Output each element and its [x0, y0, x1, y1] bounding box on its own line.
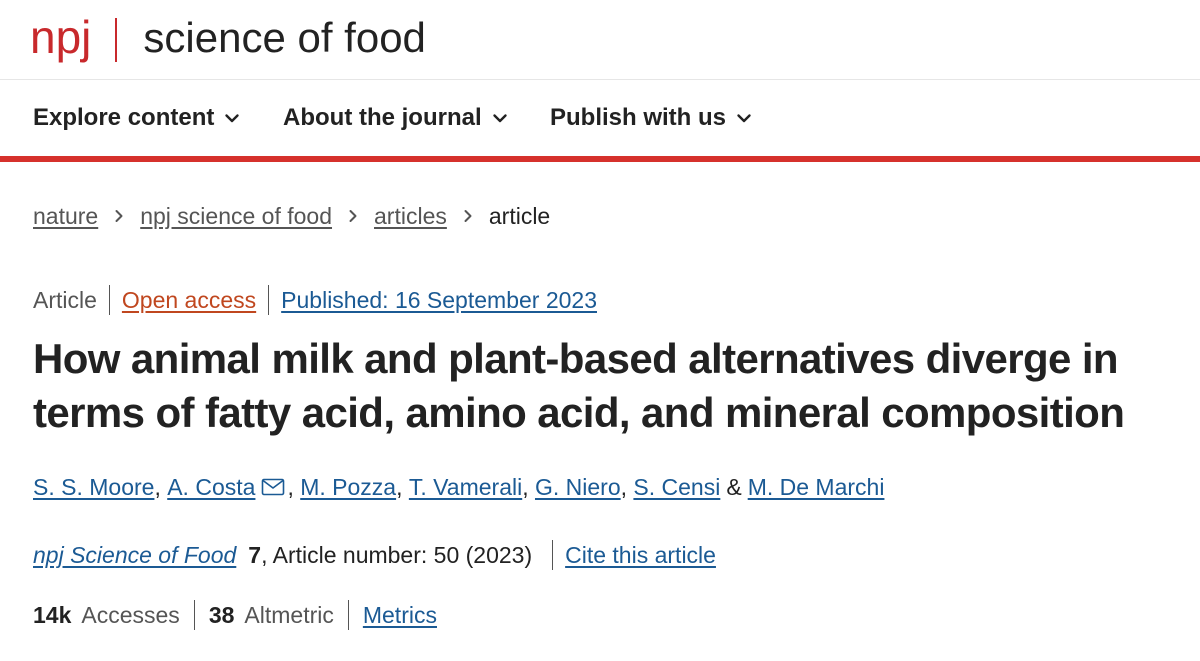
- author-link[interactable]: G. Niero: [535, 474, 621, 501]
- volume-number: 7: [248, 541, 262, 568]
- metrics-divider: [347, 600, 349, 630]
- article-type: Article: [33, 286, 97, 313]
- chevron-down-icon: [492, 114, 507, 123]
- author-link[interactable]: T. Vamerali: [409, 474, 522, 501]
- meta-divider: [108, 285, 110, 315]
- nav-about-journal-label: About the journal: [283, 104, 482, 131]
- author-separator: ,: [396, 473, 403, 500]
- article-meta: Article Open access Published: 16 Septem…: [33, 284, 597, 316]
- author-link[interactable]: A. Costa: [167, 474, 255, 501]
- author-separator: ,: [154, 473, 161, 500]
- author-separator: ,: [287, 473, 294, 500]
- published-date-link[interactable]: Published: 16 September 2023: [281, 287, 597, 314]
- metrics-divider: [193, 600, 195, 630]
- chevron-down-icon: [225, 114, 240, 123]
- logo-journal-name: science of food: [143, 14, 426, 61]
- main-nav: Explore content About the journal Publis…: [0, 80, 1200, 162]
- nav-publish-with-us-label: Publish with us: [550, 104, 727, 131]
- author-link[interactable]: M. De Marchi: [748, 474, 885, 501]
- author-link[interactable]: S. S. Moore: [33, 474, 154, 501]
- accesses-count: 14k: [33, 601, 72, 628]
- chevron-right-icon: [464, 210, 472, 222]
- author-list: S. S. Moore, A. Costa , M. Pozza, T. Vam…: [33, 470, 884, 504]
- meta-divider: [268, 285, 270, 315]
- breadcrumb-nature[interactable]: nature: [33, 203, 98, 230]
- author-link[interactable]: M. Pozza: [300, 474, 396, 501]
- altmetric-score: 38: [208, 601, 235, 628]
- nav-about-journal[interactable]: About the journal: [283, 80, 508, 156]
- chevron-down-icon: [737, 114, 751, 123]
- logo-npj: npj: [30, 11, 92, 63]
- author-ampersand: &: [726, 473, 742, 500]
- author-separator: ,: [620, 473, 628, 500]
- chevron-right-icon: [115, 210, 123, 222]
- nav-publish-with-us[interactable]: Publish with us: [550, 80, 752, 156]
- author-separator: ,: [522, 473, 529, 500]
- chevron-right-icon: [349, 210, 357, 222]
- journal-link[interactable]: npj Science of Food: [33, 542, 236, 569]
- journal-logo[interactable]: npj science of food: [30, 12, 426, 68]
- altmetric-label: Altmetric: [244, 601, 334, 628]
- breadcrumb-articles[interactable]: articles: [374, 203, 447, 230]
- nav-explore-content-label: Explore content: [33, 104, 215, 131]
- breadcrumb: nature npj science of food articles arti…: [33, 200, 550, 232]
- citation: npj Science of Food 7 , Article number: …: [33, 538, 716, 572]
- metrics-link[interactable]: Metrics: [363, 602, 437, 629]
- article-title: How animal milk and plant-based alternat…: [33, 335, 1125, 436]
- cite-this-article-link[interactable]: Cite this article: [565, 542, 716, 569]
- breadcrumb-current: article: [488, 202, 551, 229]
- open-access-link[interactable]: Open access: [122, 287, 256, 314]
- article-number: , Article number: 50 (2023): [261, 541, 533, 568]
- breadcrumb-journal[interactable]: npj science of food: [140, 203, 332, 230]
- author-link[interactable]: S. Censi: [633, 474, 720, 501]
- site-header: npj science of food: [0, 0, 1200, 80]
- nav-explore-content[interactable]: Explore content: [33, 80, 240, 156]
- accesses-label: Accesses: [81, 601, 180, 628]
- mail-icon[interactable]: [261, 478, 285, 496]
- citation-divider: [552, 540, 554, 570]
- logo-divider: [115, 18, 118, 62]
- article-metrics: 14k Accesses 38 Altmetric Metrics: [33, 598, 437, 632]
